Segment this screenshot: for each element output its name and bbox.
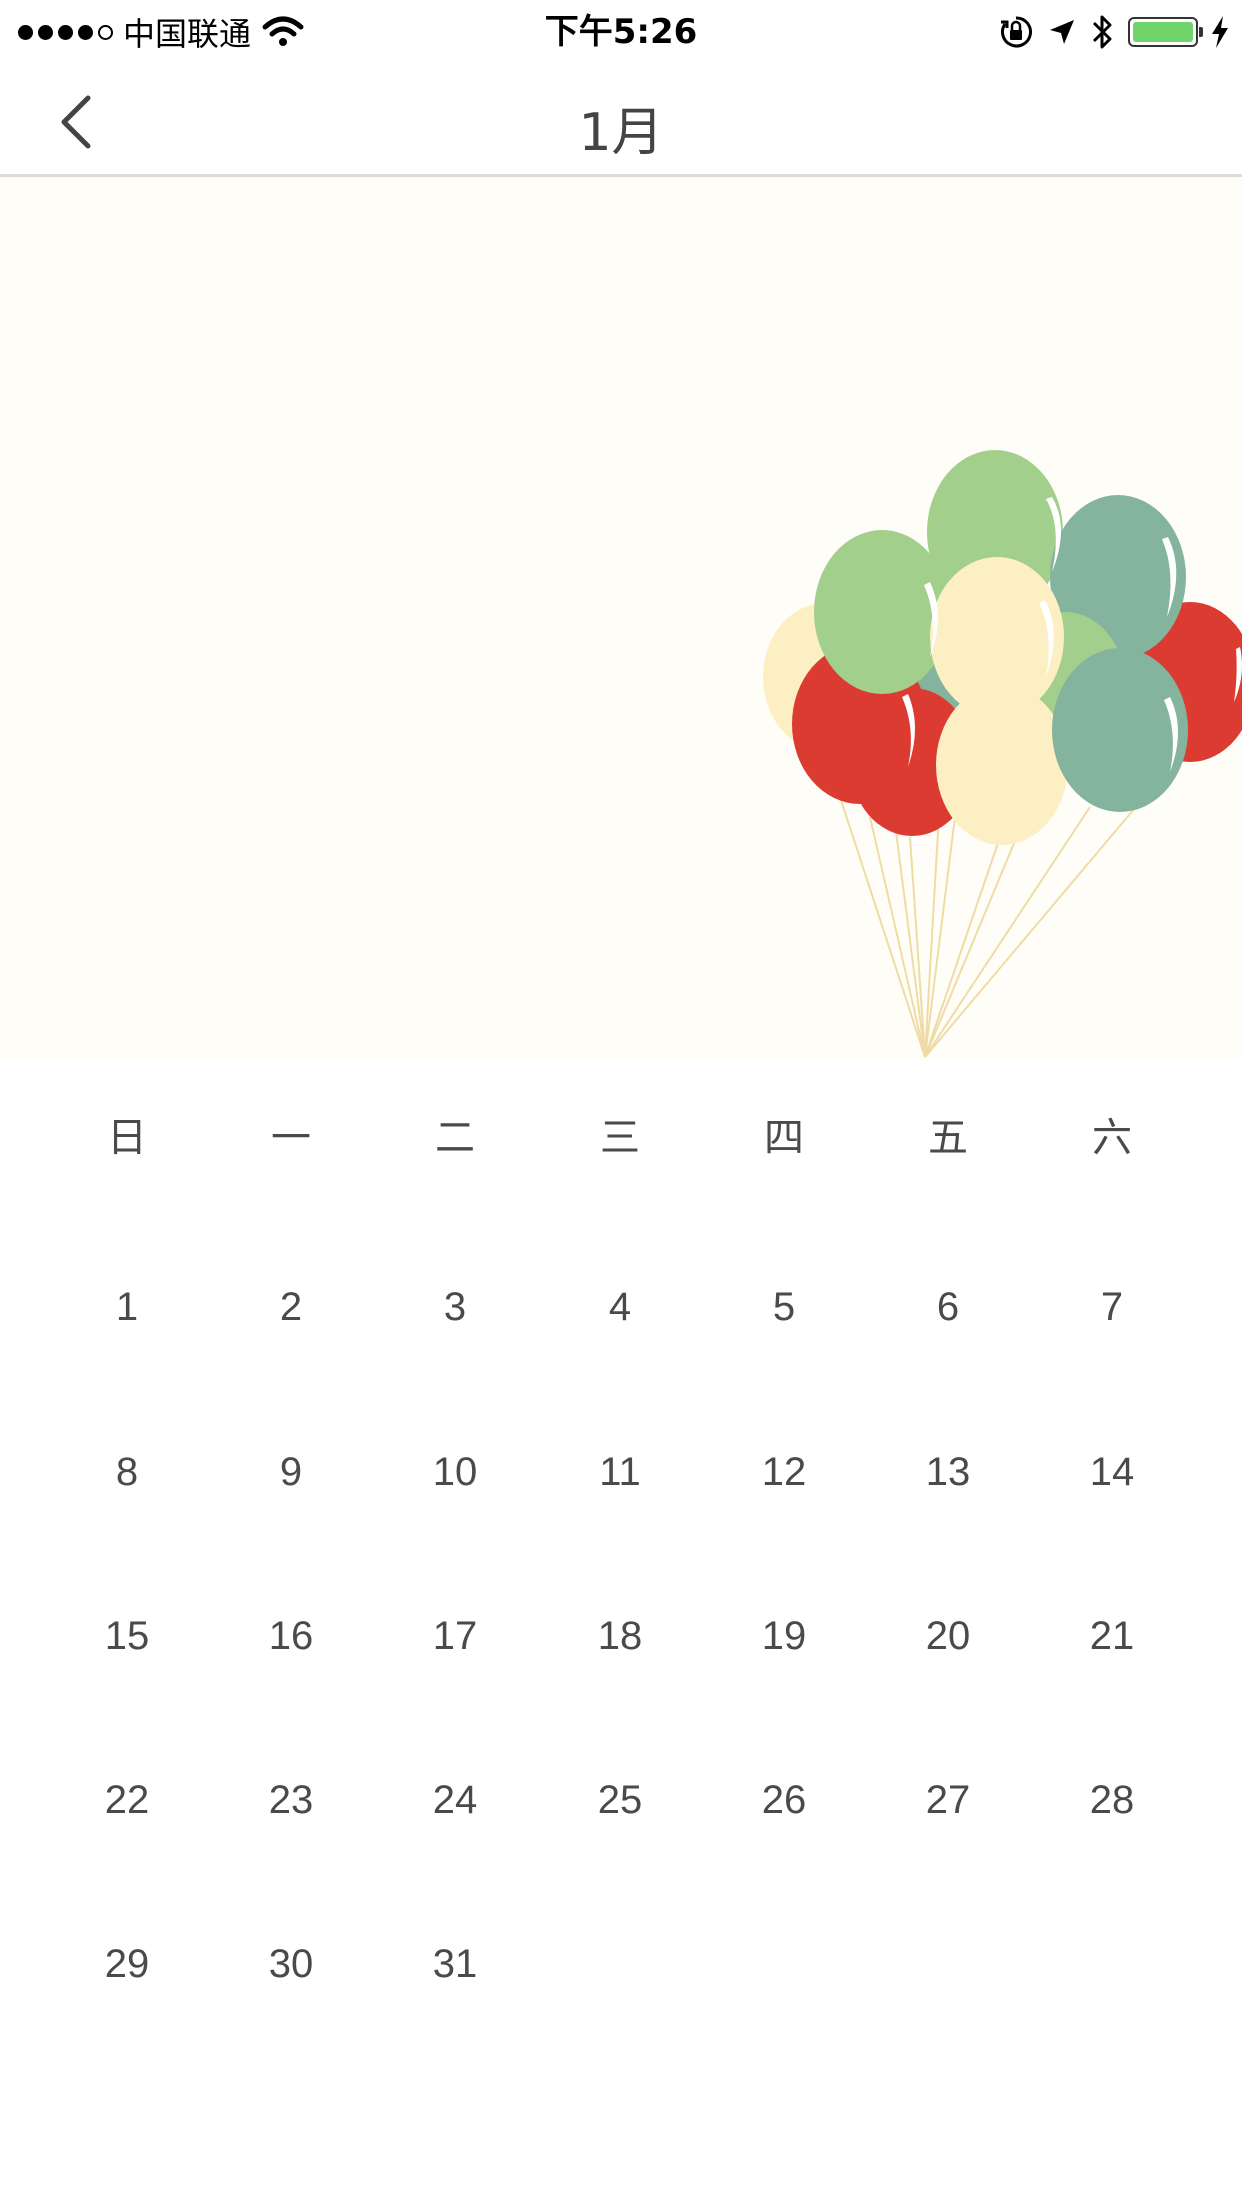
calendar-day[interactable]: 1 bbox=[45, 1285, 209, 1330]
orientation-lock-icon bbox=[1001, 16, 1032, 48]
calendar-day[interactable]: 23 bbox=[209, 1778, 373, 1823]
banner-illustration bbox=[0, 177, 1242, 1059]
location-icon bbox=[1050, 20, 1074, 44]
navigation-bar: 1月 bbox=[0, 62, 1242, 177]
calendar-day[interactable]: 3 bbox=[373, 1285, 537, 1330]
weekday-mon: 一 bbox=[271, 1115, 311, 1161]
calendar-day[interactable]: 22 bbox=[45, 1778, 209, 1823]
status-bar: 中国联通 下午5:26 bbox=[0, 0, 1242, 62]
calendar-day[interactable]: 14 bbox=[1030, 1450, 1194, 1495]
calendar-day[interactable]: 16 bbox=[209, 1614, 373, 1659]
weekday-fri: 五 bbox=[928, 1115, 968, 1161]
calendar-day[interactable]: 12 bbox=[702, 1450, 866, 1495]
calendar-day[interactable]: 18 bbox=[538, 1614, 702, 1659]
calendar-day[interactable]: 2 bbox=[209, 1285, 373, 1330]
weekday-sat: 六 bbox=[1092, 1115, 1132, 1161]
calendar-day[interactable]: 7 bbox=[1030, 1285, 1194, 1330]
calendar-day[interactable]: 17 bbox=[373, 1614, 537, 1659]
calendar-day[interactable]: 4 bbox=[538, 1285, 702, 1330]
bluetooth-icon bbox=[1092, 15, 1112, 49]
weekday-tue: 二 bbox=[435, 1115, 475, 1161]
calendar-day[interactable]: 8 bbox=[45, 1450, 209, 1495]
calendar-day[interactable]: 9 bbox=[209, 1450, 373, 1495]
calendar-day[interactable]: 28 bbox=[1030, 1778, 1194, 1823]
calendar-day[interactable]: 19 bbox=[702, 1614, 866, 1659]
calendar-day[interactable]: 11 bbox=[538, 1450, 702, 1495]
weekday-thu: 四 bbox=[764, 1115, 804, 1161]
battery-level bbox=[1133, 22, 1193, 42]
weekday-sun: 日 bbox=[107, 1115, 147, 1161]
weekday-wed: 三 bbox=[600, 1115, 640, 1161]
battery-icon bbox=[1128, 17, 1203, 47]
calendar-day[interactable]: 10 bbox=[373, 1450, 537, 1495]
calendar-day[interactable]: 13 bbox=[866, 1450, 1030, 1495]
status-right bbox=[998, 10, 1230, 54]
page-title: 1月 bbox=[578, 103, 664, 163]
weekday-header: 日 一 二 三 四 五 六 bbox=[0, 1105, 1242, 1185]
calendar-day[interactable]: 31 bbox=[373, 1942, 537, 1987]
balloons-illustration bbox=[763, 450, 1242, 1058]
calendar-day[interactable]: 30 bbox=[209, 1942, 373, 1987]
calendar-day[interactable]: 20 bbox=[866, 1614, 1030, 1659]
charging-icon bbox=[1212, 16, 1228, 48]
calendar-day[interactable]: 26 bbox=[702, 1778, 866, 1823]
calendar-day[interactable]: 27 bbox=[866, 1778, 1030, 1823]
calendar-day[interactable]: 5 bbox=[702, 1285, 866, 1330]
calendar-day[interactable]: 29 bbox=[45, 1942, 209, 1987]
calendar-day[interactable]: 24 bbox=[373, 1778, 537, 1823]
calendar-day[interactable]: 15 bbox=[45, 1614, 209, 1659]
calendar-day[interactable]: 6 bbox=[866, 1285, 1030, 1330]
calendar-day[interactable]: 25 bbox=[538, 1778, 702, 1823]
calendar-day[interactable]: 21 bbox=[1030, 1614, 1194, 1659]
